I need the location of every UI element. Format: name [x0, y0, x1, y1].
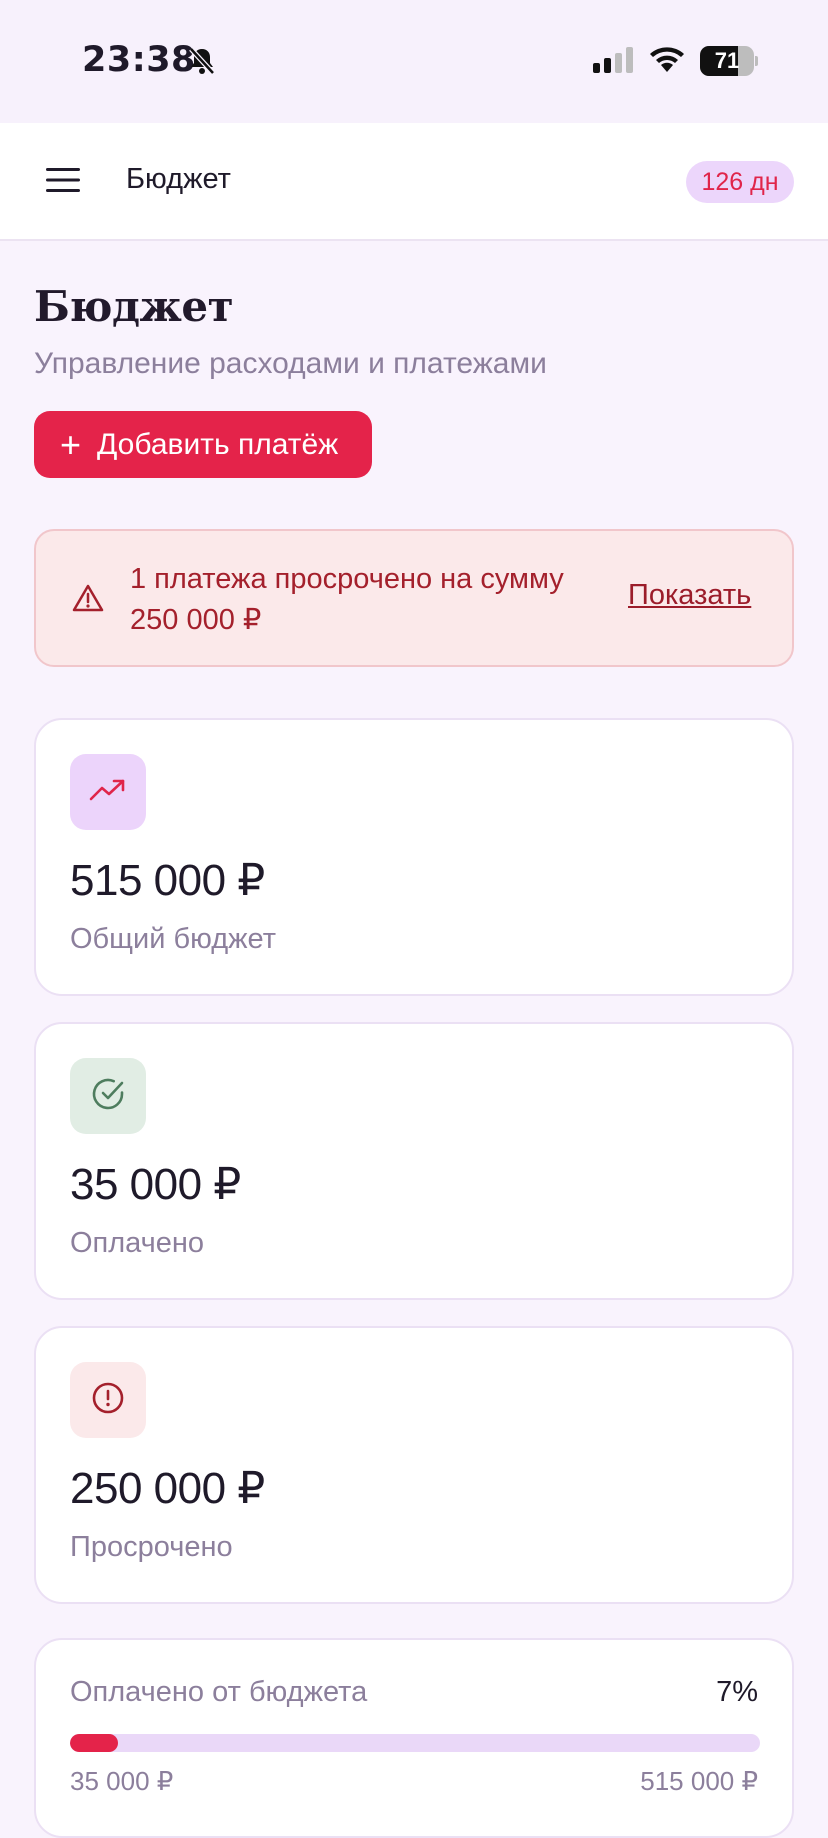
paid-card: 35 000 ₽ Оплачено [34, 1022, 794, 1300]
progress-max-value: 515 000 ₽ [640, 1766, 758, 1796]
warning-triangle-icon [72, 583, 104, 618]
paid-value: 35 000 ₽ [70, 1160, 241, 1209]
status-time: 23:38 [82, 40, 196, 80]
check-circle-icon [90, 1076, 126, 1117]
overdue-alert: 1 платежа просрочено на сумму 250 000 ₽ … [34, 529, 794, 667]
budget-progress-card: Оплачено от бюджета 7% 35 000 ₽ 515 000 … [34, 1638, 794, 1838]
progress-label: Оплачено от бюджета [70, 1676, 368, 1708]
total-budget-icon-box [70, 754, 146, 830]
status-bar: 23:38 71 [0, 0, 828, 123]
progress-bar-fill [70, 1734, 119, 1752]
paid-label: Оплачено [70, 1227, 205, 1259]
overdue-value: 250 000 ₽ [70, 1464, 265, 1513]
page-title: Бюджет [34, 282, 234, 331]
hamburger-menu-icon [46, 167, 80, 198]
bell-muted-icon [188, 46, 216, 81]
alert-circle-icon [90, 1380, 126, 1421]
page-subtitle: Управление расходами и платежами [34, 347, 547, 380]
progress-min-value: 35 000 ₽ [70, 1766, 174, 1796]
paid-icon-box [70, 1058, 146, 1134]
app-bar: Бюджет 126 дн [0, 123, 828, 241]
total-budget-label: Общий бюджет [70, 923, 276, 955]
total-budget-value: 515 000 ₽ [70, 856, 265, 905]
total-budget-card: 515 000 ₽ Общий бюджет [34, 718, 794, 996]
show-overdue-link[interactable]: Показать [628, 579, 751, 612]
progress-percent: 7% [716, 1676, 758, 1708]
add-payment-label: Добавить платёж [97, 427, 339, 461]
wifi-icon [648, 46, 686, 79]
battery-percent: 71 [714, 48, 740, 73]
app-bar-title: Бюджет [126, 163, 231, 195]
overdue-label: Просрочено [70, 1531, 233, 1563]
overdue-card: 250 000 ₽ Просрочено [34, 1326, 794, 1604]
trending-up-icon [89, 778, 127, 807]
overdue-alert-text: 1 платежа просрочено на сумму 250 000 ₽ [130, 563, 564, 636]
add-payment-button[interactable]: + Добавить платёж [34, 411, 372, 478]
menu-button[interactable] [40, 159, 86, 205]
cellular-signal-icon [593, 47, 635, 80]
days-left-badge[interactable]: 126 дн [686, 161, 794, 203]
plus-icon: + [60, 423, 82, 465]
progress-track [70, 1734, 760, 1752]
battery-icon: 71 [700, 46, 758, 76]
overdue-icon-box [70, 1362, 146, 1438]
